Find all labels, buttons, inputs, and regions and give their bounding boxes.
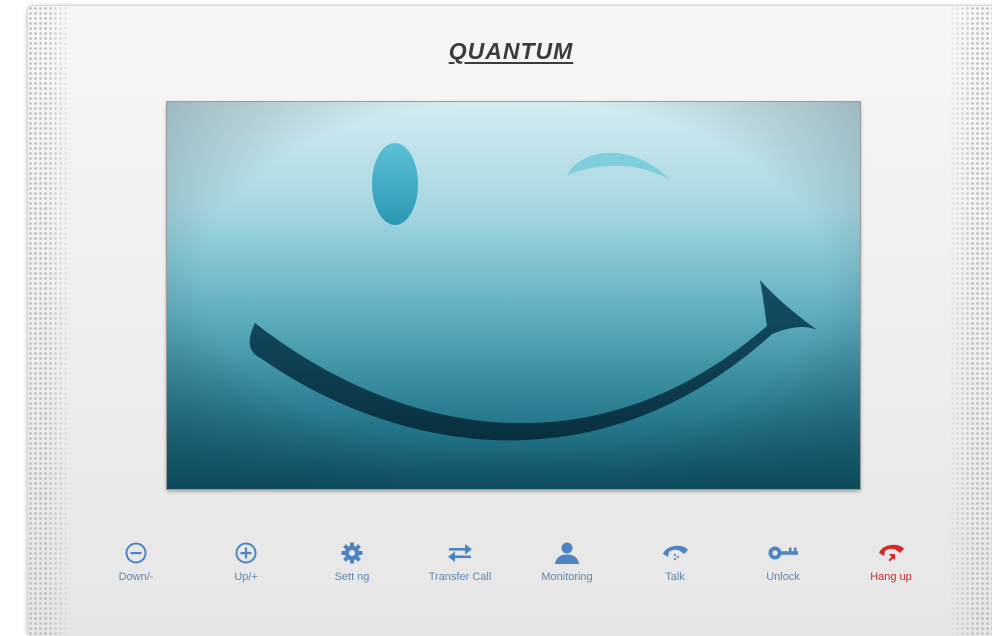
talk-button-label: Talk [665, 571, 685, 583]
monitoring-button[interactable]: Monitoring [522, 541, 612, 584]
left-speaker-grille [28, 6, 70, 636]
transfer-arrows-icon [415, 541, 505, 571]
phone-handset-icon [630, 541, 720, 571]
left-eye [372, 143, 418, 225]
up-button-label: Up/+ [234, 571, 258, 583]
right-speaker-grille [950, 6, 992, 636]
transfer-call-button[interactable]: Transfer Call [415, 541, 505, 584]
talk-button[interactable]: Talk [630, 541, 720, 584]
unlock-button[interactable]: Unlock [738, 541, 828, 584]
brand-title: QUANTUM [448, 38, 574, 64]
plus-circle-icon [201, 541, 291, 571]
control-bar: Down/- Up/+ Sett ng Transfer Call Monito… [94, 541, 944, 591]
monitoring-button-label: Monitoring [541, 571, 593, 583]
transfer-call-button-label: Transfer Call [428, 571, 492, 583]
up-button[interactable]: Up/+ [201, 541, 291, 584]
person-icon [522, 541, 612, 571]
hang-up-button[interactable]: Hang up [846, 541, 936, 584]
key-icon [738, 541, 828, 571]
down-button[interactable]: Down/- [91, 541, 181, 584]
down-button-label: Down/- [118, 571, 154, 583]
gear-icon [307, 541, 397, 571]
setting-button[interactable]: Sett ng [307, 541, 397, 584]
display-screen [167, 102, 860, 489]
wink-smiley-wallpaper [167, 102, 860, 489]
brand-logo: QUANTUM [28, 38, 992, 65]
unlock-button-label: Unlock [766, 571, 800, 583]
hang-up-icon [846, 541, 936, 571]
minus-circle-icon [91, 541, 181, 571]
setting-button-label: Sett ng [334, 571, 370, 583]
hang-up-button-label: Hang up [870, 571, 912, 583]
